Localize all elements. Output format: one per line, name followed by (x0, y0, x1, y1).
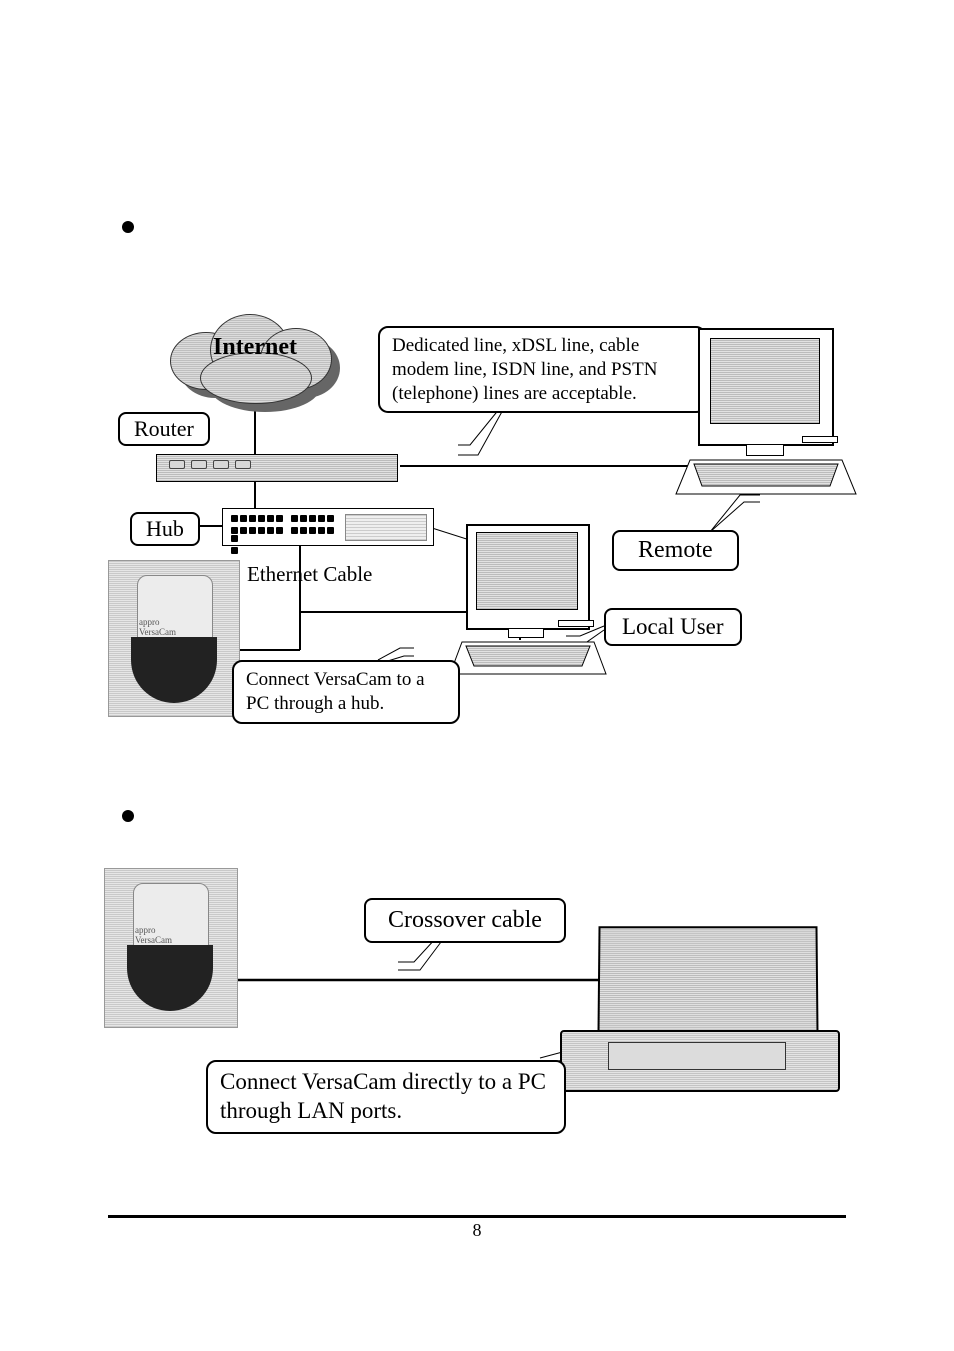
laptop-icon (560, 926, 836, 1106)
connect-direct-callout: Connect VersaCam directly to a PC throug… (206, 1060, 566, 1134)
page-rule (108, 1215, 846, 1218)
page: Internet Dedicated line, xDSL line, cabl… (0, 0, 954, 1351)
crossover-label: Crossover cable (364, 898, 566, 943)
camera-icon: approVersaCam (104, 868, 238, 1028)
page-number: 8 (0, 1220, 954, 1241)
